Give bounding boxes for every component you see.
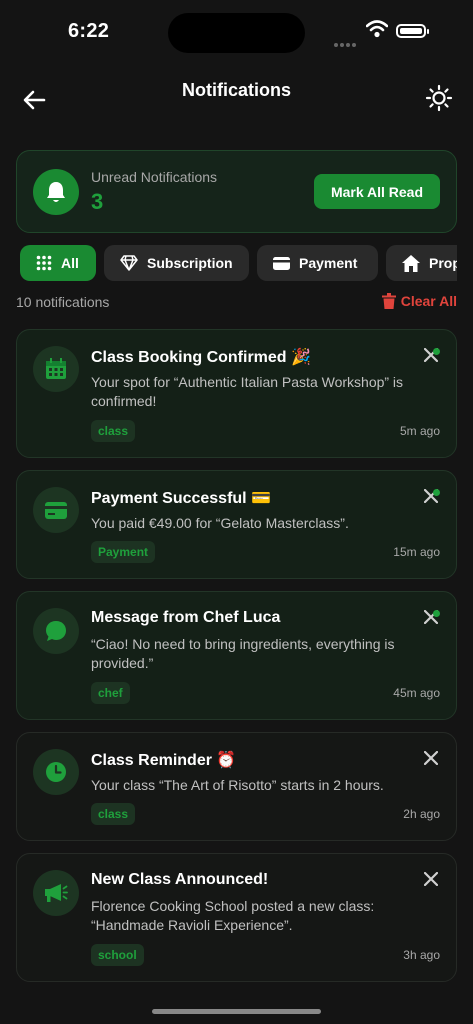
filter-chip-label: Prop [429, 255, 457, 271]
filter-chip-label: Payment [299, 255, 358, 271]
notification-card[interactable]: Message from Chef Luca “Ciao! No need to… [16, 591, 457, 720]
close-icon[interactable] [424, 751, 438, 765]
notification-title: Class Reminder ⏰ [91, 752, 237, 769]
notification-tag: class [91, 803, 136, 825]
notification-tag: class [91, 420, 136, 442]
chat-icon [33, 608, 79, 654]
filter-chip-label: Subscription [147, 255, 233, 271]
dynamic-island [168, 13, 305, 53]
trash-icon [381, 293, 396, 309]
filter-chip-payment[interactable]: Payment [257, 245, 378, 281]
clear-all-label: Clear All [400, 293, 457, 309]
notification-card[interactable]: New Class Announced! Florence Cooking Sc… [16, 853, 457, 982]
notification-tag: chef [91, 682, 130, 704]
battery-icon [396, 24, 426, 38]
notification-time: 15m ago [393, 545, 440, 559]
header: Notifications [0, 70, 473, 130]
notification-title: New Class Announced! [91, 871, 269, 888]
notification-body: Florence Cooking School posted a new cla… [91, 898, 375, 933]
notification-title: Message from Chef Luca [91, 609, 281, 626]
sun-icon[interactable] [425, 84, 453, 112]
notification-count: 10 notifications [16, 294, 110, 310]
notification-card[interactable]: Class Booking Confirmed 🎉 Your spot for … [16, 329, 457, 458]
unread-summary-card: Unread Notifications 3 Mark All Read [16, 150, 457, 233]
bell-icon [33, 169, 79, 215]
notification-time: 3h ago [403, 948, 440, 962]
filter-chip-prop[interactable]: Prop [386, 245, 457, 281]
megaphone-icon [33, 870, 79, 916]
notification-time: 2h ago [403, 807, 440, 821]
diamond-icon [120, 255, 138, 271]
mark-all-read-button[interactable]: Mark All Read [314, 174, 440, 209]
clear-all-button[interactable]: Clear All [381, 293, 457, 309]
status-time: 6:22 [68, 20, 110, 42]
home-indicator [152, 1009, 321, 1014]
notification-card[interactable]: Class Reminder ⏰ Your class “The Art of … [16, 732, 457, 841]
signal-icon [334, 34, 358, 52]
notification-card[interactable]: Payment Successful 💳 You paid €49.00 for… [16, 470, 457, 579]
credit-card-icon [33, 487, 79, 533]
notification-time: 45m ago [393, 686, 440, 700]
notification-body: You paid €49.00 for “Gelato Masterclass”… [91, 515, 349, 531]
calendar-icon [33, 346, 79, 392]
filter-chips: All Subscription Payment Prop [20, 245, 457, 281]
notification-body: “Ciao! No need to bring ingredients, eve… [91, 636, 395, 671]
unread-dot [433, 489, 440, 496]
filter-chip-subscription[interactable]: Subscription [104, 245, 249, 281]
credit-card-icon [273, 256, 290, 270]
notification-body: Your spot for “Authentic Italian Pasta W… [91, 374, 404, 409]
notification-time: 5m ago [399, 424, 440, 438]
clock-icon [33, 749, 79, 795]
wifi-icon [366, 20, 388, 38]
filter-chip-all[interactable]: All [20, 245, 96, 281]
notification-tag: school [91, 944, 144, 966]
home-icon [402, 254, 420, 272]
close-icon[interactable] [424, 872, 438, 886]
grid-icon [36, 255, 52, 271]
notification-body: Your class “The Art of Risotto” starts i… [91, 777, 384, 793]
notification-title: Payment Successful 💳 [91, 490, 271, 507]
status-bar: 6:22 [0, 0, 473, 60]
unread-dot [433, 610, 440, 617]
notification-title: Class Booking Confirmed 🎉 [91, 349, 311, 366]
filter-chip-label: All [61, 255, 79, 271]
unread-count: 3 [91, 189, 104, 214]
notification-tag: Payment [91, 541, 156, 563]
page-title: Notifications [181, 80, 291, 100]
unread-dot [433, 348, 440, 355]
unread-label: Unread Notifications [91, 169, 218, 185]
